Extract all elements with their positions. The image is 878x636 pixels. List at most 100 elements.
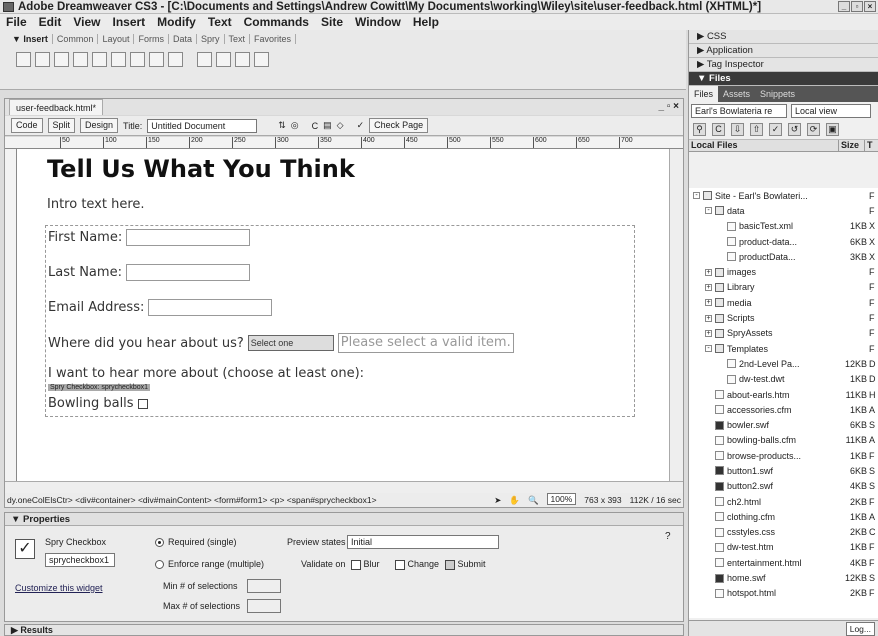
required-option[interactable]: Required (single) [155, 537, 237, 548]
file-row[interactable]: dw-test.htm 1KB F [689, 540, 878, 555]
file-row[interactable]: - Templates F [689, 341, 878, 356]
file-row[interactable]: button1.swf 6KB S [689, 463, 878, 478]
bowling-checkbox[interactable] [137, 398, 148, 409]
view-options-icon[interactable]: ▤ [323, 120, 332, 131]
file-row[interactable]: clothing.cfm 1KB A [689, 509, 878, 524]
expand-icon[interactable]: + [705, 283, 712, 291]
file-row[interactable]: basicTest.xml 1KB X [689, 219, 878, 234]
file-row[interactable]: - data F [689, 203, 878, 218]
menu-text[interactable]: Text [202, 14, 238, 30]
enforce-option[interactable]: Enforce range (multiple) [155, 559, 264, 570]
expand-icon[interactable]: + [705, 268, 712, 276]
connect-icon[interactable]: ⚲ [693, 123, 706, 136]
properties-header[interactable]: ▼ Properties [5, 513, 683, 526]
submit-checkbox[interactable] [445, 559, 455, 570]
expand-icon[interactable]: ▣ [826, 123, 839, 136]
visual-aids-icon[interactable]: ◇ [337, 120, 344, 131]
insert-tab-layout[interactable]: Layout [98, 34, 135, 44]
zoom-select[interactable]: 100% [546, 493, 577, 505]
spry-checkbox-icon[interactable] [149, 52, 164, 67]
file-row[interactable]: + Scripts F [689, 310, 878, 325]
restore-button[interactable]: ▫ [851, 1, 863, 12]
spry-tabbed-panels-icon[interactable] [216, 52, 231, 67]
refresh-icon[interactable]: C [312, 121, 319, 131]
tab-snippets[interactable]: Snippets [755, 86, 800, 102]
file-row[interactable]: product-data... 6KB X [689, 234, 878, 249]
preview-browser-icon[interactable]: ◎ [291, 120, 299, 131]
expand-icon[interactable]: + [705, 329, 712, 337]
file-management-icon[interactable]: ⇅ [278, 120, 286, 131]
menu-modify[interactable]: Modify [151, 14, 202, 30]
application-panel-header[interactable]: ▶ Application [689, 44, 878, 58]
file-row[interactable]: + images F [689, 264, 878, 279]
refresh-files-icon[interactable]: C [712, 123, 725, 136]
menu-window[interactable]: Window [349, 14, 407, 30]
document-tab[interactable]: user-feedback.html* [9, 99, 104, 115]
blur-checkbox[interactable] [351, 559, 361, 570]
collapse-icon[interactable]: - [693, 192, 700, 200]
file-row[interactable]: - Site - Earl's Bowlateri... F [689, 188, 878, 203]
collapse-icon[interactable]: - [705, 207, 712, 215]
type-column[interactable]: T [865, 140, 873, 151]
spry-menubar-icon[interactable] [197, 52, 212, 67]
tag-selector[interactable]: dy.oneColElsCtr> <div#container> <div#ma… [7, 493, 377, 507]
spry-repeat-list-icon[interactable] [73, 52, 88, 67]
sync-icon[interactable]: ⟳ [807, 123, 820, 136]
blur-option[interactable]: Blur [351, 559, 380, 570]
split-view-button[interactable]: Split [47, 118, 76, 133]
hand-tool-icon[interactable]: ✋ [509, 493, 520, 507]
file-row[interactable]: hotspot.html 2KB F [689, 586, 878, 601]
file-row[interactable]: entertainment.html 4KB F [689, 555, 878, 570]
change-option[interactable]: Change [395, 559, 439, 570]
customize-link[interactable]: Customize this widget [15, 583, 103, 593]
file-row[interactable]: 2nd-Level Pa... 12KB D [689, 356, 878, 371]
file-row[interactable]: home.swf 12KB S [689, 570, 878, 585]
design-view[interactable]: Tell Us What You Think Intro text here. … [17, 149, 669, 481]
menu-view[interactable]: View [67, 14, 106, 30]
spry-table-icon[interactable] [92, 52, 107, 67]
check-out-icon[interactable]: ✓ [769, 123, 782, 136]
file-row[interactable]: about-earls.htm 11KB H [689, 387, 878, 402]
document-title-input[interactable]: Untitled Document [147, 118, 258, 133]
design-view-button[interactable]: Design [80, 118, 119, 133]
insert-tab-spry[interactable]: Spry [197, 34, 225, 44]
last-name-field[interactable] [125, 264, 250, 281]
code-view-button[interactable]: Code [11, 118, 43, 133]
view-select[interactable]: Local view [791, 104, 871, 118]
validate-icon[interactable]: ✓ [357, 120, 365, 131]
menu-site[interactable]: Site [315, 14, 349, 30]
file-row[interactable]: dw-test.dwt 1KB D [689, 372, 878, 387]
spry-collapsible-icon[interactable] [254, 52, 269, 67]
local-files-column[interactable]: Local Files [689, 140, 839, 151]
window-size[interactable]: 763 x 393 [584, 493, 621, 507]
file-row[interactable]: browse-products... 1KB F [689, 448, 878, 463]
file-row[interactable]: bowler.swf 6KB S [689, 417, 878, 432]
horizontal-scrollbar[interactable] [5, 481, 683, 493]
insert-tab-favorites[interactable]: Favorites [250, 34, 297, 44]
file-row[interactable]: + Library F [689, 280, 878, 295]
menu-commands[interactable]: Commands [238, 14, 315, 30]
tag-inspector-panel-header[interactable]: ▶ Tag Inspector [689, 58, 878, 72]
help-icon[interactable]: ? [665, 531, 671, 542]
expand-icon[interactable]: + [705, 299, 712, 307]
submit-option[interactable]: Submit [445, 559, 486, 570]
enforce-radio[interactable] [155, 560, 164, 570]
spry-textarea-icon[interactable] [168, 52, 183, 67]
minimize-button[interactable]: _ [838, 1, 850, 12]
menu-file[interactable]: File [0, 14, 33, 30]
zoom-tool-icon[interactable]: 🔍 [528, 493, 539, 507]
check-in-icon[interactable]: ↺ [788, 123, 801, 136]
email-field[interactable] [148, 299, 273, 316]
min-selections-field[interactable] [247, 579, 281, 593]
site-select[interactable]: Earl's Bowlateria re [691, 104, 787, 118]
spry-repeat-icon[interactable] [54, 52, 69, 67]
files-panel-header[interactable]: ▼ Files [689, 72, 878, 86]
file-row[interactable]: button2.swf 4KB S [689, 479, 878, 494]
first-name-field[interactable] [126, 229, 251, 246]
insert-tab-common[interactable]: Common [53, 34, 99, 44]
file-row[interactable]: csstyles.css 2KB C [689, 525, 878, 540]
results-panel-bar[interactable]: ▶ Results [4, 624, 684, 636]
insert-tab-forms[interactable]: Forms [134, 34, 169, 44]
size-column[interactable]: Size [839, 140, 865, 151]
get-files-icon[interactable]: ⇩ [731, 123, 744, 136]
